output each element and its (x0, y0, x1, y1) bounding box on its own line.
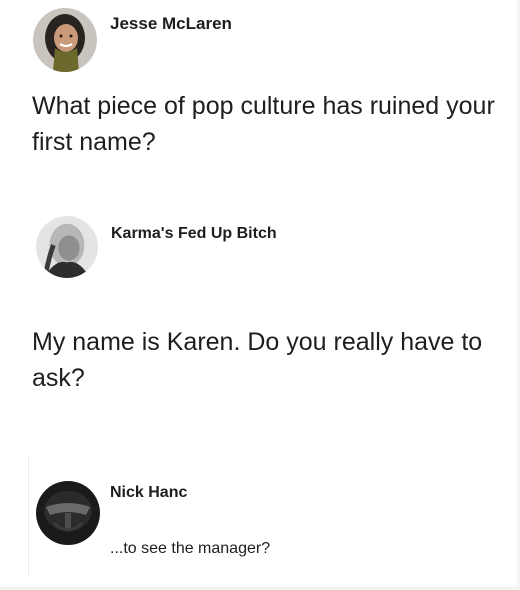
post-text: My name is Karen. Do you really have to … (32, 328, 483, 392)
avatar-jesse[interactable] (33, 8, 97, 72)
author-name[interactable]: Nick Hanc (110, 484, 187, 502)
post-jesse: Jesse McLaren What piece of pop culture … (0, 0, 520, 190)
post-text: ...to see the manager? (110, 540, 271, 557)
person-photo-icon (36, 216, 98, 278)
person-photo-icon (33, 8, 97, 72)
post-karma: Karma's Fed Up Bitch My name is Karen. D… (0, 190, 520, 420)
reply-edge-line (28, 456, 29, 576)
author-name[interactable]: Karma's Fed Up Bitch (111, 225, 277, 243)
avatar-karma[interactable] (36, 216, 98, 278)
avatar-nick[interactable] (36, 481, 100, 545)
mask-photo-icon (36, 481, 100, 545)
post-text: What piece of pop culture has ruined you… (32, 92, 495, 156)
post-nick: Nick Hanc ...to see the manager? (0, 420, 520, 590)
author-name[interactable]: Jesse McLaren (110, 14, 232, 34)
